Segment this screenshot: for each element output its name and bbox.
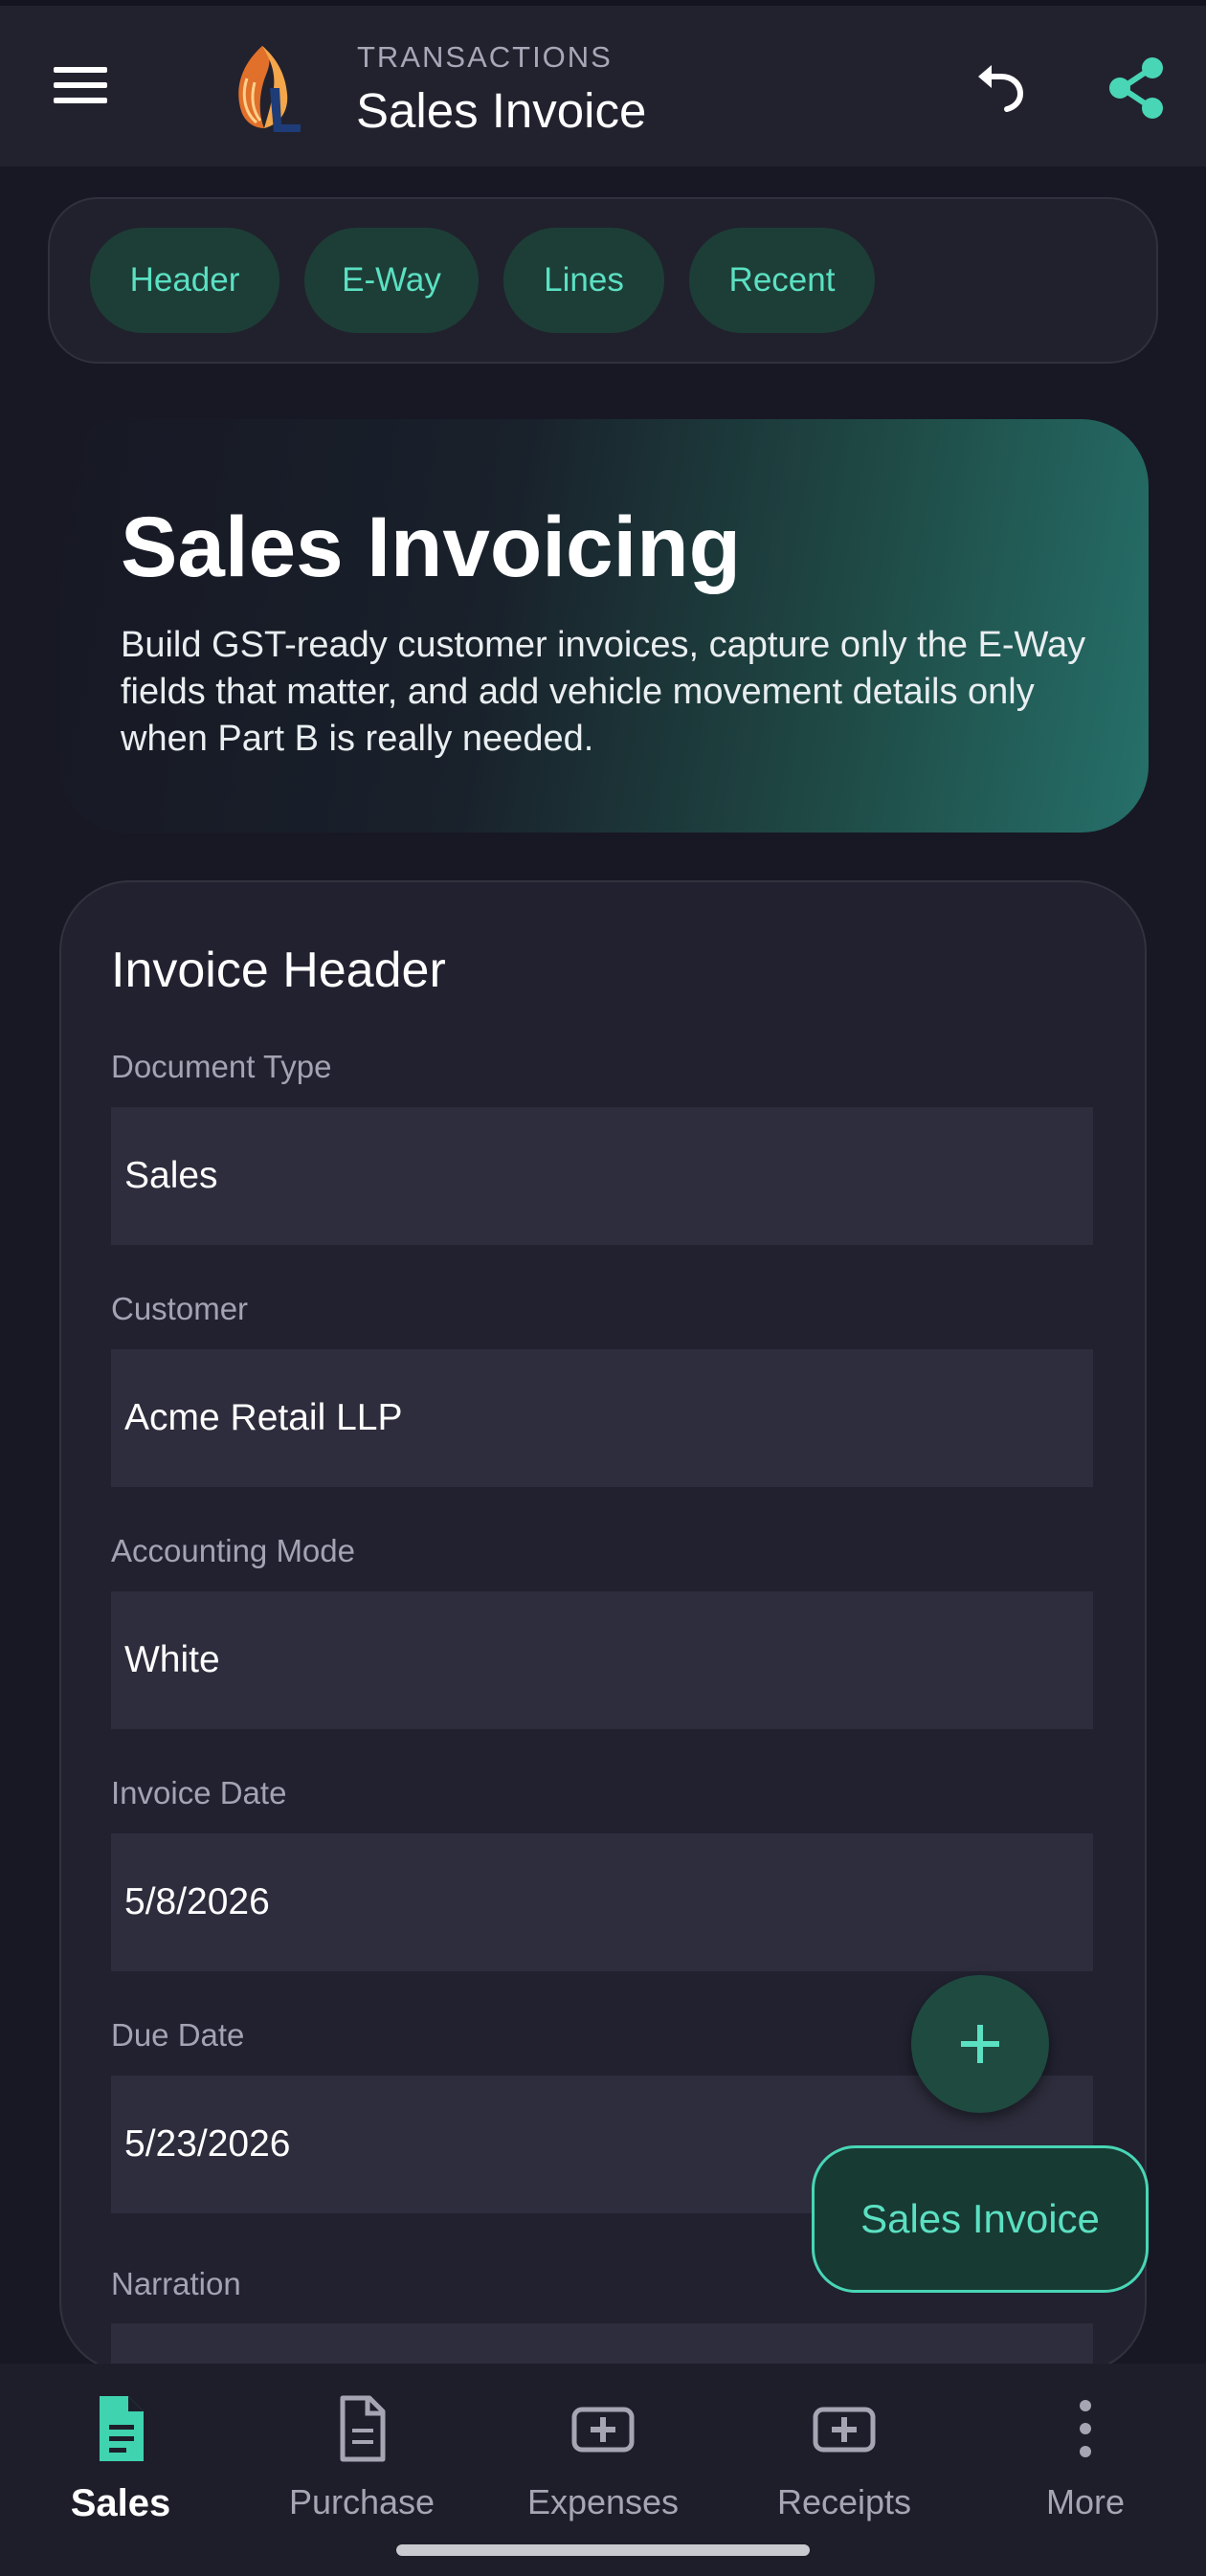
add-box-icon	[571, 2407, 635, 2453]
customer-field[interactable]: Acme Retail LLP	[111, 1349, 1093, 1487]
document-type-field[interactable]: Sales	[111, 1107, 1093, 1245]
document-icon	[100, 2396, 144, 2461]
invoice-date-label: Invoice Date	[111, 1775, 287, 1810]
accounting-mode-label: Accounting Mode	[111, 1533, 355, 1568]
nav-item-more[interactable]: More	[965, 2364, 1206, 2576]
hero-description: Build GST-ready customer invoices, captu…	[121, 625, 1086, 759]
app-logo	[238, 46, 301, 132]
document-type-label: Document Type	[111, 1049, 332, 1084]
undo-icon[interactable]	[969, 50, 1034, 115]
more-vertical-icon	[1080, 2400, 1091, 2457]
page-title: Sales Invoice	[356, 83, 647, 138]
share-icon[interactable]	[1106, 56, 1168, 121]
due-date-label: Due Date	[111, 2017, 245, 2053]
nav-label-receipts: Receipts	[776, 2482, 912, 2521]
nav-label-expenses: Expenses	[526, 2482, 680, 2521]
nav-label-more: More	[1045, 2482, 1126, 2521]
chip-recent[interactable]: Recent	[689, 228, 875, 333]
narration-label: Narration	[111, 2266, 241, 2301]
sales-invoice-button[interactable]: Sales Invoice	[812, 2145, 1149, 2293]
hero-banner: Sales Invoicing Build GST-ready customer…	[59, 419, 1149, 833]
nav-label-purchase: Purchase	[288, 2482, 436, 2521]
document-outline-icon	[340, 2395, 386, 2462]
card-title: Invoice Header	[111, 943, 446, 998]
add-fab-button[interactable]	[911, 1975, 1049, 2113]
chip-header[interactable]: Header	[90, 228, 279, 333]
section-chip-bar: Header E-Way Lines Recent	[48, 197, 1158, 364]
add-box-icon	[813, 2407, 876, 2453]
accounting-mode-field[interactable]: White	[111, 1591, 1093, 1729]
chip-e-way[interactable]: E-Way	[304, 228, 479, 333]
nav-item-sales[interactable]: Sales	[0, 2364, 241, 2576]
plus-icon	[961, 2025, 999, 2063]
invoice-date-field[interactable]: 5/8/2026	[111, 1833, 1093, 1971]
app-bar: TRANSACTIONS Sales Invoice	[0, 6, 1206, 167]
chip-lines[interactable]: Lines	[503, 228, 664, 333]
menu-icon[interactable]	[48, 61, 113, 111]
customer-label: Customer	[111, 1291, 249, 1326]
app-bar-overline: TRANSACTIONS	[357, 40, 613, 74]
home-indicator[interactable]	[396, 2544, 810, 2556]
nav-label-sales: Sales	[70, 2482, 171, 2524]
hero-title: Sales Invoicing	[121, 499, 741, 594]
